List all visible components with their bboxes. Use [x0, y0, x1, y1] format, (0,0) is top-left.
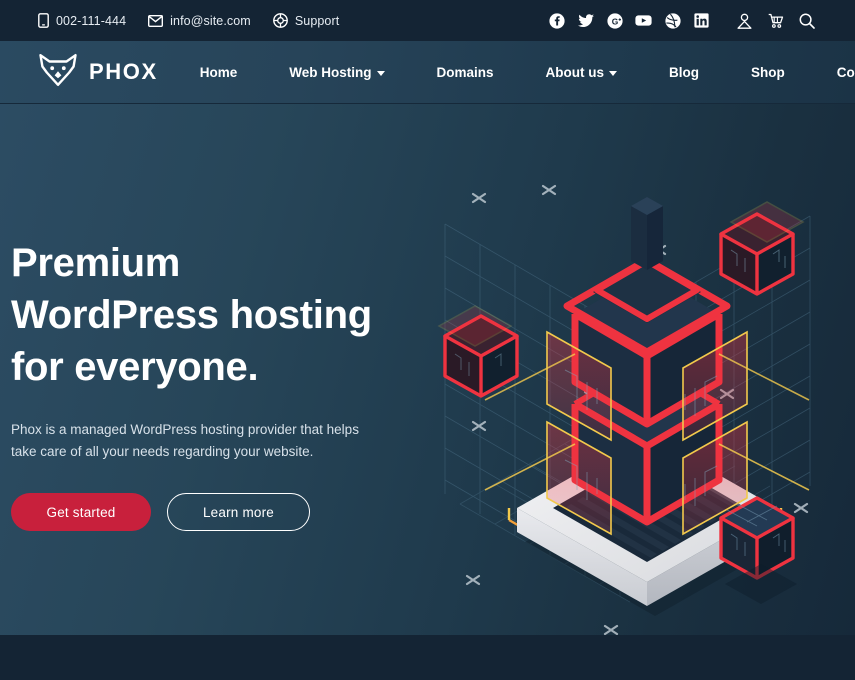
nav-item-about-us[interactable]: About us — [546, 65, 618, 80]
search-icon[interactable] — [798, 12, 815, 29]
nav-item-home[interactable]: Home — [200, 65, 238, 80]
hero-cta-group: Get started Learn more — [11, 493, 431, 531]
youtube-icon[interactable] — [635, 12, 652, 29]
svg-text:G: G — [611, 16, 618, 26]
envelope-icon — [148, 14, 164, 27]
hero-title-line-1: Premium — [11, 241, 181, 285]
topbar-support-label: Support — [294, 13, 340, 28]
twitter-icon[interactable] — [577, 12, 594, 29]
linkedin-icon[interactable] — [693, 12, 710, 29]
topbar-contact-group: 002-111-444 info@site.com Support — [38, 13, 339, 28]
chevron-down-icon — [376, 70, 385, 76]
below-fold-section — [0, 635, 855, 680]
nav-item-shop[interactable]: Shop — [751, 65, 785, 80]
topbar-email-label: info@site.com — [170, 13, 251, 28]
facebook-icon[interactable] — [548, 12, 565, 29]
nav-item-domains-label: Domains — [436, 64, 494, 80]
topbar-utility-icons — [736, 12, 815, 29]
chevron-down-icon — [609, 70, 618, 76]
learn-more-button[interactable]: Learn more — [167, 493, 310, 531]
shopping-cart-icon[interactable] — [767, 12, 784, 29]
hero-subtitle: Phox is a managed WordPress hosting prov… — [11, 422, 359, 459]
google-plus-icon[interactable]: G — [606, 12, 623, 29]
nav-item-contact-us[interactable]: Contact us — [837, 65, 855, 80]
brand-name: PHOX — [89, 59, 158, 84]
nav-item-blog-label: Blog — [669, 64, 700, 80]
nav-item-domains[interactable]: Domains — [437, 65, 494, 80]
user-account-icon[interactable] — [736, 12, 753, 29]
top-utility-bar: 002-111-444 info@site.com Support G — [0, 0, 855, 41]
hero-title-line-3: for everyone. — [11, 345, 259, 389]
lifebuoy-icon — [272, 13, 288, 28]
nav-menu: Home Web Hosting Domains About us Blog S… — [200, 65, 855, 80]
topbar-email[interactable]: info@site.com — [148, 14, 251, 28]
topbar-phone-label: 002-111-444 — [56, 13, 127, 28]
fox-head-icon — [38, 53, 78, 92]
hero-copy: Premium WordPress hosting for everyone. … — [11, 237, 431, 531]
nav-item-blog[interactable]: Blog — [669, 65, 699, 80]
mobile-phone-icon — [38, 13, 49, 28]
main-navigation-bar: PHOX Home Web Hosting Domains About us B… — [0, 41, 855, 104]
dribbble-icon[interactable] — [664, 12, 681, 29]
hero-title-line-2: WordPress hosting — [11, 293, 372, 337]
topbar-phone[interactable]: 002-111-444 — [38, 13, 126, 28]
page-title: Premium WordPress hosting for everyone. — [11, 237, 431, 393]
brand-logo[interactable]: PHOX — [38, 53, 158, 92]
hero-section: Premium WordPress hosting for everyone. … — [0, 104, 855, 635]
nav-item-contact-us-label: Contact us — [836, 64, 855, 80]
nav-item-web-hosting-label: Web Hosting — [289, 64, 372, 80]
nav-item-home-label: Home — [199, 64, 238, 80]
nav-item-about-us-label: About us — [545, 64, 605, 80]
topbar-icon-group: G — [548, 12, 841, 29]
nav-item-web-hosting[interactable]: Web Hosting — [289, 64, 385, 80]
get-started-button[interactable]: Get started — [11, 493, 151, 531]
nav-item-shop-label: Shop — [751, 64, 785, 80]
topbar-support[interactable]: Support — [272, 13, 340, 28]
isometric-server-tower-illustration — [425, 104, 855, 635]
